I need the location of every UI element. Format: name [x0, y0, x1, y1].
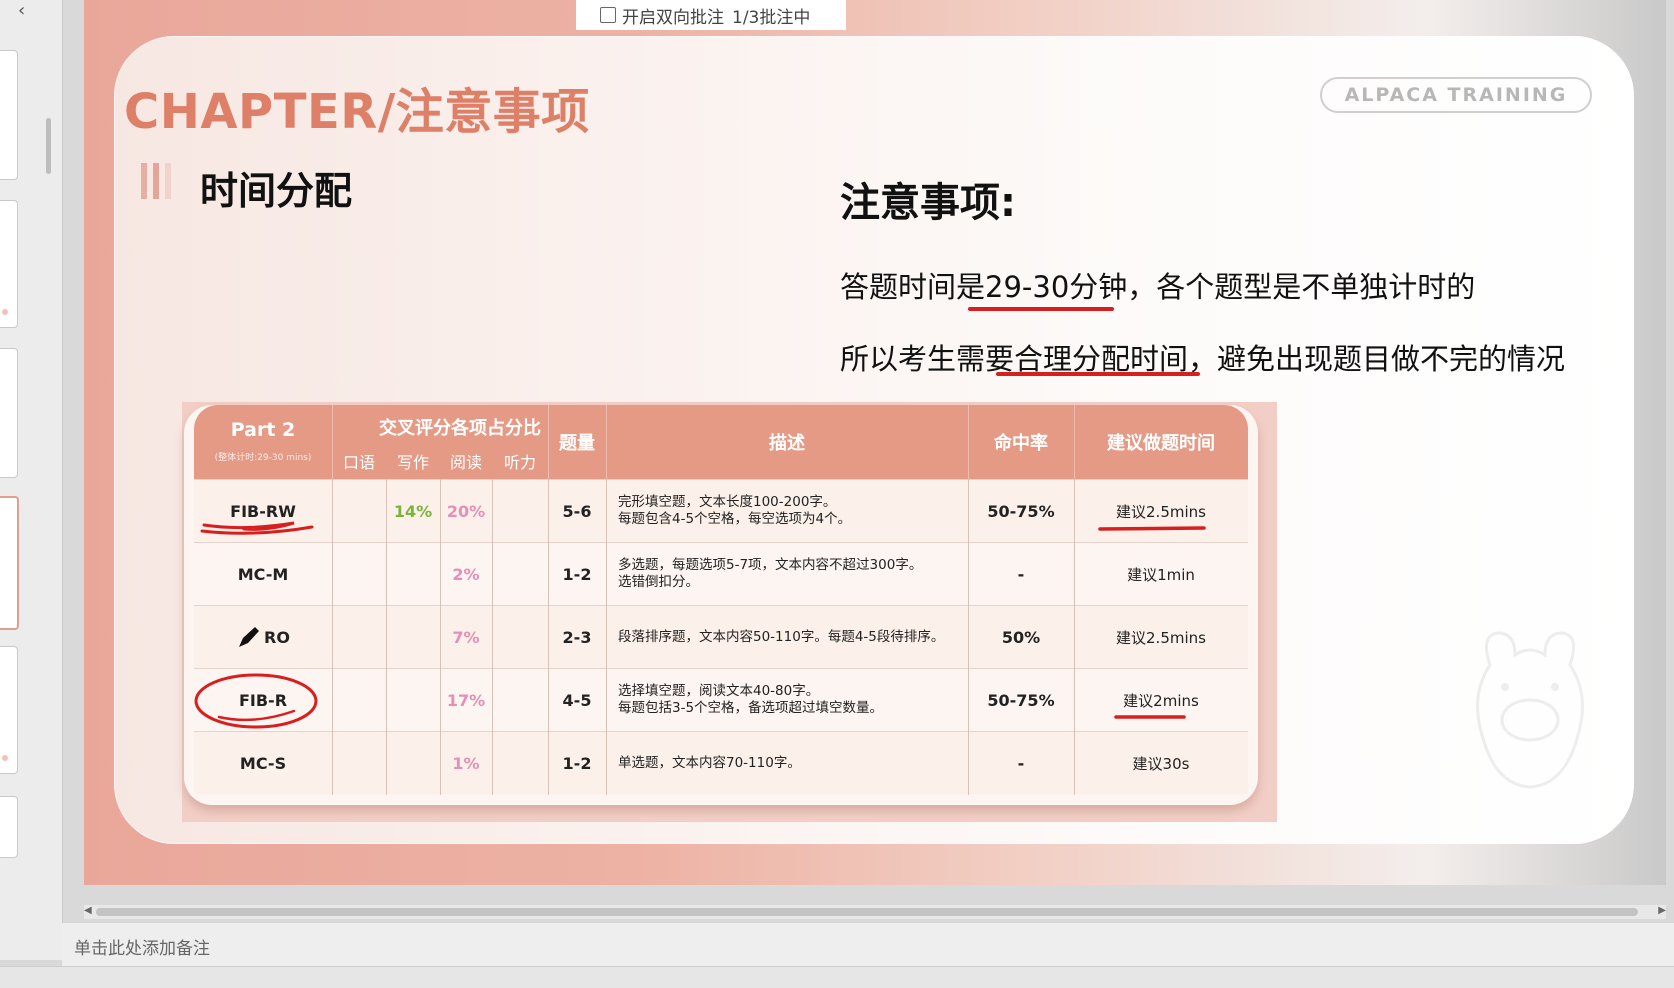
slide-thumbnail[interactable] — [0, 200, 18, 328]
section-marker-bars — [141, 163, 177, 203]
time-cell: 建议1min — [1127, 565, 1195, 584]
writing-cell — [386, 543, 440, 605]
table-row: FIB-RW 14% 20% 5-6 完形填空题，文本长度100-200字。 每题… — [194, 479, 1248, 542]
time-cell: 建议2.5mins — [1116, 628, 1206, 647]
description-cell: 单选题，文本内容70-110字。 — [618, 754, 801, 771]
type-cell: MC-S — [239, 753, 287, 773]
comment-toggle-label[interactable]: 开启双向批注 — [622, 3, 724, 28]
notes-title: 注意事项: — [840, 180, 1016, 226]
notes-placeholder[interactable]: 单击此处添加备注 — [74, 934, 210, 959]
header-part-sub: (整体计时:29-30 mins) — [214, 452, 312, 463]
header-count: 题量 — [559, 433, 595, 454]
speaking-cell — [332, 543, 386, 605]
reading-cell: 1% — [452, 753, 480, 773]
speaking-cell — [332, 480, 386, 542]
slide-thumbnail[interactable] — [0, 646, 18, 774]
listening-cell — [492, 480, 548, 542]
slide-thumbnail[interactable] — [0, 50, 18, 180]
time-cell: 建议30s — [1132, 754, 1190, 773]
slide-thumbnail[interactable] — [0, 796, 18, 858]
table-header: Part 2 (整体计时:29-30 mins) 交叉评分各项占分比 口语 写作… — [194, 405, 1248, 479]
reading-cell: 2% — [452, 564, 480, 584]
description-cell: 段落排序题，文本内容50-110字。每题4-5段待排序。 — [618, 628, 945, 645]
writing-cell: 14% — [393, 501, 433, 521]
reading-cell: 7% — [452, 627, 480, 647]
header-suggested-time: 建议做题时间 — [1107, 433, 1215, 454]
chapter-title: CHAPTER/注意事项 — [124, 84, 590, 140]
slide-thumbnail-active[interactable] — [0, 496, 19, 630]
listening-cell — [492, 606, 548, 668]
table-row: RO 7% 2-3 段落排序题，文本内容50-110字。每题4-5段待排序。 5… — [194, 605, 1248, 668]
writing-cell — [386, 732, 440, 794]
header-part: Part 2 — [230, 419, 296, 441]
note-line-1: 答题时间是29-30分钟，各个题型是不单独计时的 — [840, 270, 1476, 304]
header-speaking: 口语 — [342, 453, 375, 472]
description-cell: 多选题，每题选项5-7项，文本内容不超过300字。 选错倒扣分。 — [618, 557, 923, 590]
ink-underline — [996, 372, 1200, 376]
type-cell: MC-M — [237, 564, 289, 584]
listening-cell — [492, 669, 548, 731]
notes-pane[interactable]: 单击此处添加备注 — [62, 922, 1674, 967]
scroll-left-arrow-icon[interactable]: ◀ — [84, 905, 92, 916]
scroll-right-arrow-icon[interactable]: ▶ — [1658, 905, 1666, 916]
count-cell: 1-2 — [562, 753, 592, 773]
count-cell: 4-5 — [562, 690, 592, 710]
description-cell: 选择填空题，阅读文本40-80字。 每题包括3-5个空格，备选项超过填空数量。 — [618, 683, 884, 716]
type-cell: RO — [194, 606, 332, 668]
listening-cell — [492, 732, 548, 794]
header-writing: 写作 — [396, 453, 429, 472]
reading-cell: 20% — [446, 501, 486, 521]
reading-cell: 17% — [446, 690, 486, 710]
comment-progress: 1/3批注中 — [732, 7, 811, 28]
pen-icon — [239, 627, 260, 647]
status-bar — [0, 966, 1674, 988]
note-line-2: 所以考生需要合理分配时间，避免出现题目做不完的情况 — [840, 342, 1566, 376]
table-row: MC-S 1% 1-2 单选题，文本内容70-110字。 - 建议30s — [194, 731, 1248, 794]
time-cell: 建议2.5mins — [1116, 502, 1206, 521]
hit-rate-cell: - — [1017, 564, 1025, 584]
writing-cell — [386, 669, 440, 731]
slide-thumbnail-pane: ‹ — [0, 0, 63, 960]
speaking-cell — [332, 732, 386, 794]
hit-rate-cell: 50% — [1001, 627, 1041, 647]
type-cell: FIB-R — [238, 690, 288, 710]
comment-toolbar: 开启双向批注 1/3批注中 — [576, 0, 846, 30]
header-description: 描述 — [769, 433, 805, 454]
speaking-cell — [332, 606, 386, 668]
question-type-table: Part 2 (整体计时:29-30 mins) 交叉评分各项占分比 口语 写作… — [184, 405, 1258, 805]
header-hit-rate: 命中率 — [994, 433, 1048, 454]
type-cell: FIB-RW — [230, 501, 296, 521]
brand-badge: ALPACA TRAINING — [1320, 77, 1592, 113]
table-row: FIB-R 17% 4-5 选择填空题，阅读文本40-80字。 每题包括3-5个空… — [194, 668, 1248, 731]
checkbox-icon[interactable] — [600, 7, 616, 23]
count-cell: 5-6 — [562, 501, 592, 521]
speaking-cell — [332, 669, 386, 731]
horizontal-scrollbar[interactable]: ◀ ▶ — [84, 905, 1666, 919]
slide-thumbnail[interactable] — [0, 348, 18, 478]
header-listening: 听力 — [503, 453, 536, 472]
ink-underline — [968, 307, 1114, 311]
collapse-arrow-icon[interactable]: ‹ — [18, 0, 25, 21]
time-cell: 建议2mins — [1123, 691, 1199, 710]
hit-rate-cell: - — [1017, 753, 1025, 773]
hit-rate-cell: 50-75% — [987, 501, 1055, 521]
listening-cell — [492, 543, 548, 605]
alpaca-watermark-icon — [1476, 631, 1584, 789]
writing-cell — [386, 606, 440, 668]
section-title: 时间分配 — [200, 169, 353, 213]
header-reading: 阅读 — [449, 453, 482, 472]
count-cell: 2-3 — [562, 627, 592, 647]
thumbnail-scrollbar[interactable] — [46, 118, 51, 174]
hit-rate-cell: 50-75% — [987, 690, 1055, 710]
table-row: MC-M 2% 1-2 多选题，每题选项5-7项，文本内容不超过300字。 选错倒… — [194, 542, 1248, 605]
count-cell: 1-2 — [562, 564, 592, 584]
scrollbar-thumb[interactable] — [96, 908, 1638, 916]
description-cell: 完形填空题，文本长度100-200字。 每题包含4-5个空格，每空选项为4个。 — [618, 494, 852, 527]
